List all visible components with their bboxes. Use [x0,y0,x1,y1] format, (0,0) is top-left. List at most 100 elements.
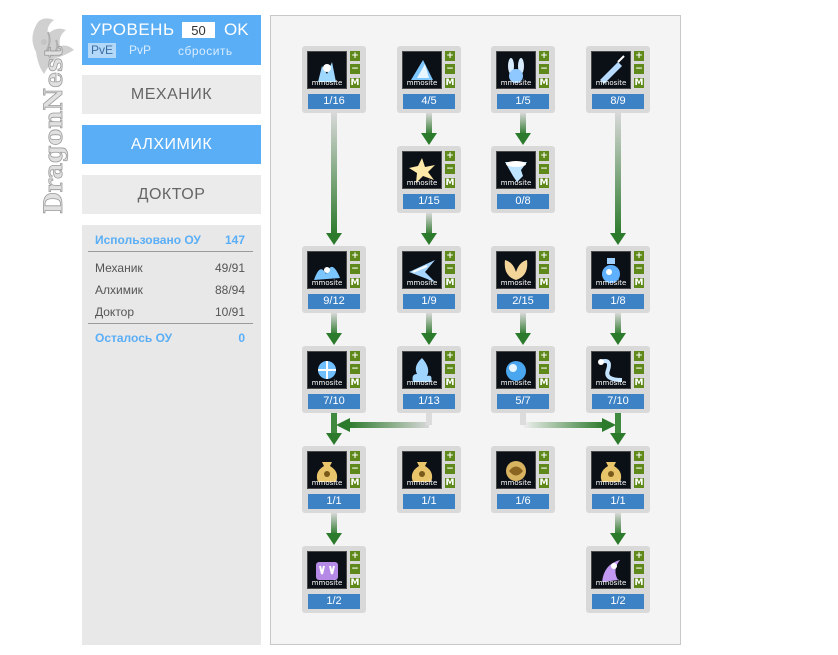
skill-max-button[interactable]: M [539,278,549,288]
rabbit-ears-icon[interactable]: mmosite [496,51,536,89]
frost-wave-icon[interactable]: mmosite [307,251,347,289]
skill-max-button[interactable]: M [445,178,455,188]
skill-plus-button[interactable]: + [539,151,549,161]
class-tab-alchemist[interactable]: АЛХИМИК [82,125,261,164]
skill-max-button[interactable]: M [539,178,549,188]
skill-minus-button[interactable]: − [445,64,455,74]
skill-plus-button[interactable]: + [445,51,455,61]
skill-tile[interactable]: mmosite + − M 1/8 [586,246,650,313]
golden-orb-icon[interactable]: mmosite [496,451,536,489]
skill-tile[interactable]: mmosite + − M 1/2 [586,546,650,613]
wings-icon[interactable]: mmosite [496,251,536,289]
skill-minus-button[interactable]: − [445,464,455,474]
skill-minus-button[interactable]: − [539,464,549,474]
ice-crystal-icon[interactable]: mmosite [307,51,347,89]
skill-tile[interactable]: mmosite + − M 1/15 [397,146,461,213]
skill-max-button[interactable]: M [634,478,644,488]
skill-minus-button[interactable]: − [539,164,549,174]
skill-tile[interactable]: mmosite + − M 1/13 [397,346,461,413]
skill-plus-button[interactable]: + [634,51,644,61]
skill-tile[interactable]: mmosite + − M 1/1 [302,446,366,513]
skill-tile[interactable]: mmosite + − M 1/1 [397,446,461,513]
skill-minus-button[interactable]: − [350,464,360,474]
skill-max-button[interactable]: M [445,378,455,388]
skill-minus-button[interactable]: − [445,264,455,274]
skill-max-button[interactable]: M [539,78,549,88]
skill-max-button[interactable]: M [445,478,455,488]
ice-shard-icon[interactable]: mmosite [402,251,442,289]
skill-max-button[interactable]: M [350,578,360,588]
skill-plus-button[interactable]: + [634,351,644,361]
skill-minus-button[interactable]: − [634,564,644,574]
skill-plus-button[interactable]: + [634,551,644,561]
skill-plus-button[interactable]: + [539,51,549,61]
skill-minus-button[interactable]: − [350,364,360,374]
skill-minus-button[interactable]: − [350,564,360,574]
skill-tile[interactable]: mmosite + − M 9/12 [302,246,366,313]
skill-max-button[interactable]: M [539,378,549,388]
skill-minus-button[interactable]: − [350,264,360,274]
purple-claw-icon[interactable]: mmosite [591,551,631,589]
skill-plus-button[interactable]: + [445,451,455,461]
skill-tile[interactable]: mmosite + − M 8/9 [586,46,650,113]
golden-sack-icon[interactable]: mmosite [402,451,442,489]
skill-minus-button[interactable]: − [539,264,549,274]
skill-max-button[interactable]: M [634,78,644,88]
snake-syringe-icon[interactable]: mmosite [591,351,631,389]
syringe-icon[interactable]: mmosite [591,51,631,89]
skill-plus-button[interactable]: + [634,251,644,261]
skill-tile[interactable]: mmosite + − M 7/10 [302,346,366,413]
skill-minus-button[interactable]: − [445,164,455,174]
explosion-icon[interactable]: mmosite [402,151,442,189]
skill-plus-button[interactable]: + [350,251,360,261]
potion-flask-icon[interactable]: mmosite [591,251,631,289]
flame-burst-icon[interactable]: mmosite [402,351,442,389]
skill-minus-button[interactable]: − [634,264,644,274]
skill-plus-button[interactable]: + [445,251,455,261]
skill-plus-button[interactable]: + [539,351,549,361]
skill-max-button[interactable]: M [350,78,360,88]
reset-link[interactable]: сбросить [178,44,233,58]
skill-tile[interactable]: mmosite + − M 1/9 [397,246,461,313]
skill-minus-button[interactable]: − [634,464,644,474]
skill-plus-button[interactable]: + [350,451,360,461]
skill-minus-button[interactable]: − [445,364,455,374]
skill-tile[interactable]: mmosite + − M 1/2 [302,546,366,613]
skill-plus-button[interactable]: + [539,451,549,461]
skill-tile[interactable]: mmosite + − M 0/8 [491,146,555,213]
skill-minus-button[interactable]: − [634,364,644,374]
skill-max-button[interactable]: M [445,278,455,288]
pve-toggle[interactable]: PvE [88,43,117,58]
skill-minus-button[interactable]: − [539,64,549,74]
skill-plus-button[interactable]: + [350,351,360,361]
skill-plus-button[interactable]: + [350,51,360,61]
skill-tile[interactable]: mmosite + − M 2/15 [491,246,555,313]
class-tab-mechanic[interactable]: МЕХАНИК [82,75,261,114]
skill-minus-button[interactable]: − [634,64,644,74]
golden-sack-icon[interactable]: mmosite [591,451,631,489]
skill-max-button[interactable]: M [445,78,455,88]
shield-orb-icon[interactable]: mmosite [496,351,536,389]
skill-plus-button[interactable]: + [445,351,455,361]
skill-max-button[interactable]: M [634,278,644,288]
skill-minus-button[interactable]: − [350,64,360,74]
skill-max-button[interactable]: M [350,278,360,288]
purple-fang-icon[interactable]: mmosite [307,551,347,589]
level-ok-button[interactable]: OK [224,20,249,40]
skill-tile[interactable]: mmosite + − M 1/16 [302,46,366,113]
ice-spike-icon[interactable]: mmosite [402,51,442,89]
skill-max-button[interactable]: M [350,378,360,388]
golden-sack-icon[interactable]: mmosite [307,451,347,489]
skill-plus-button[interactable]: + [539,251,549,261]
tornado-icon[interactable]: mmosite [496,151,536,189]
skill-max-button[interactable]: M [539,478,549,488]
level-input[interactable] [182,22,215,38]
skill-minus-button[interactable]: − [539,364,549,374]
class-tab-doctor[interactable]: ДОКТОР [82,175,261,214]
skill-tile[interactable]: mmosite + − M 5/7 [491,346,555,413]
blizzard-icon[interactable]: mmosite [307,351,347,389]
skill-plus-button[interactable]: + [445,151,455,161]
pvp-toggle[interactable]: PvP [129,43,151,58]
skill-plus-button[interactable]: + [634,451,644,461]
skill-tile[interactable]: mmosite + − M 4/5 [397,46,461,113]
